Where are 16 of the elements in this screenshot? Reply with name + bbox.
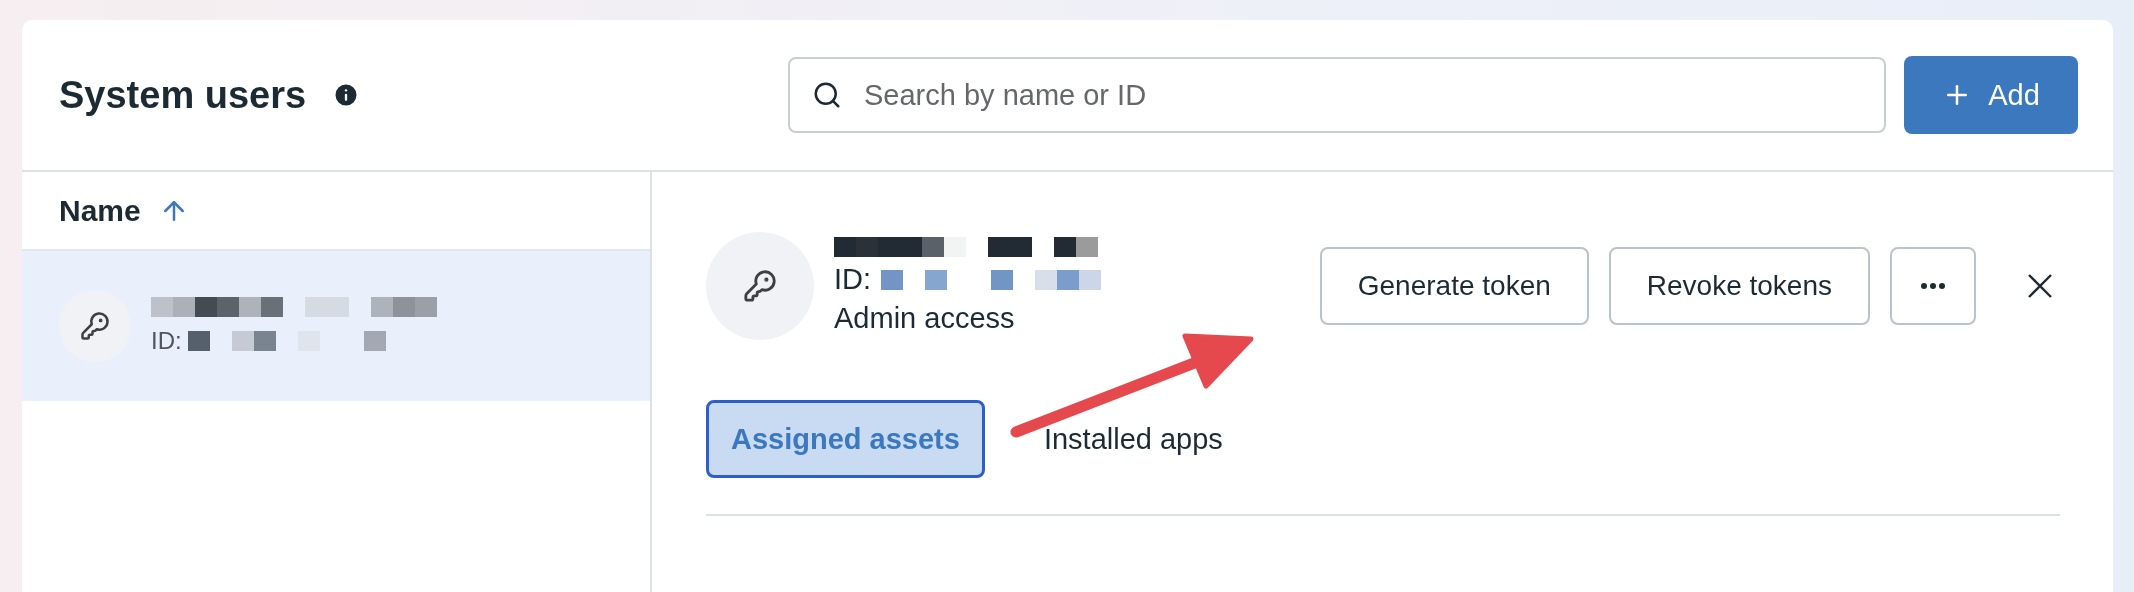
- key-icon: [743, 269, 777, 303]
- key-icon: [80, 311, 110, 341]
- tab[interactable]: Installed apps: [1018, 400, 1248, 478]
- add-button[interactable]: Add: [1904, 56, 2078, 134]
- search-icon: [812, 80, 842, 110]
- access-level: Admin access: [834, 302, 1016, 335]
- close-icon: [2028, 274, 2052, 298]
- action-button[interactable]: Revoke tokens: [1608, 247, 1870, 325]
- action-button[interactable]: Generate token: [1319, 247, 1589, 325]
- column-header[interactable]: Name: [59, 193, 141, 228]
- search-field[interactable]: Search by name or ID: [788, 57, 1886, 133]
- page-title: System users: [59, 73, 307, 117]
- more-icon: [1921, 283, 1945, 289]
- id-label: ID:: [151, 327, 182, 355]
- id-label: ID:: [834, 263, 872, 296]
- user-row[interactable]: ID:: [22, 251, 650, 401]
